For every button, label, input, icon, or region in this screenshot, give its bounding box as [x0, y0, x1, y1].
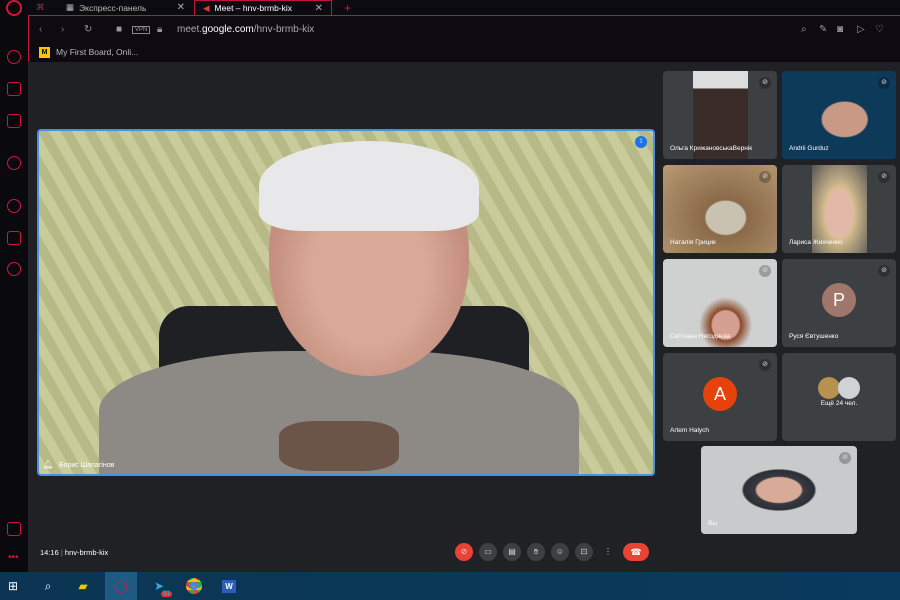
avatar	[818, 377, 840, 399]
call-controls: ⊘ ▭ ▤ ✋︎ ☺ ⊡ ⋮ ☎︎	[455, 543, 649, 561]
opera-taskbar-icon[interactable]: ◯	[105, 572, 137, 600]
speaker-icon: ◀	[203, 2, 210, 13]
meet-window: ⁞⁞ 🔔︎ Борис Шапагінов ⊘ Ольга Крижановсь…	[28, 62, 900, 572]
self-view-tile[interactable]: ⊘ Вы	[701, 446, 857, 534]
chrome-icon[interactable]	[181, 572, 207, 600]
more-participants-tile[interactable]: Ещё 24 чел.	[782, 353, 896, 441]
back-icon[interactable]: ‹	[39, 24, 42, 35]
history-icon[interactable]	[7, 199, 21, 213]
tab-bar: ⌘ ▦ Экспресс-панель ✕ ◀ Meet – hnv-brmb-…	[28, 0, 900, 15]
emoji-button[interactable]: ☺	[551, 543, 569, 561]
camera-icon: ■	[116, 24, 123, 35]
mic-off-icon: ⊘	[759, 359, 771, 371]
participant-tile[interactable]: ⊘ Світлана Негодяєва	[663, 259, 777, 347]
main-speaker-video[interactable]: ⁞⁞ 🔔︎ Борис Шапагінов	[37, 129, 655, 476]
avatar: P	[822, 283, 856, 317]
close-icon[interactable]: ✕	[315, 3, 323, 14]
search-icon[interactable]: ⌕	[35, 572, 61, 600]
present-button[interactable]: ⊡	[575, 543, 593, 561]
close-icon[interactable]: ✕	[177, 2, 185, 13]
mic-off-icon: ⊘	[878, 77, 890, 89]
search-icon[interactable]: ⌕	[801, 24, 807, 35]
gamepad-icon[interactable]: ⌘	[28, 0, 52, 15]
tab-speed-dial[interactable]: ▦ Экспресс-панель ✕	[58, 0, 193, 15]
opera-sidebar: •••	[0, 0, 28, 572]
mic-off-icon: ⊘	[759, 265, 771, 277]
leave-call-button[interactable]: ☎︎	[623, 543, 649, 561]
participant-tile[interactable]: P ⊘ Руся Євтушенко	[782, 259, 896, 347]
messenger-icon[interactable]	[7, 114, 21, 128]
bookmarks-bar: M My First Board, Onli...	[28, 42, 900, 62]
opera-logo-icon[interactable]	[6, 0, 22, 16]
extensions-icon[interactable]	[7, 231, 21, 245]
meeting-code: hnv-brmb-kix	[64, 548, 109, 557]
captions-button[interactable]: ▤	[503, 543, 521, 561]
miro-icon: M	[39, 46, 50, 58]
bookmark-item[interactable]: My First Board, Onli...	[56, 47, 138, 57]
file-explorer-icon[interactable]: ▰	[70, 572, 96, 600]
mic-off-icon: ⊘	[878, 171, 890, 183]
address-bar: ‹ › ↻ ■ VPN 🔒︎ meet.google.com/hnv-brmb-…	[28, 15, 900, 43]
speed-dial-icon[interactable]	[7, 50, 21, 64]
mic-off-icon: ⊘	[839, 452, 851, 464]
camera-button[interactable]: ▭	[479, 543, 497, 561]
avatar	[838, 377, 860, 399]
clock-time: 14:16	[40, 548, 59, 557]
notification-badge: 51	[161, 591, 172, 597]
avatar: A	[703, 377, 737, 411]
windows-taskbar: ⊞ ⌕ ▰ ◯ ➤ 51 W	[0, 572, 900, 600]
participant-tile[interactable]: ⊘ Ольга КрижановськаВернік	[663, 71, 777, 159]
shopping-icon[interactable]	[7, 82, 21, 96]
lock-icon[interactable]: 🔒︎	[157, 24, 162, 35]
player-icon[interactable]	[7, 156, 21, 170]
snapshot-icon[interactable]: ◙	[837, 24, 843, 35]
vpn-badge[interactable]: VPN	[132, 25, 151, 34]
more-icon[interactable]: •••	[8, 552, 19, 563]
reload-icon[interactable]: ↻	[84, 24, 92, 35]
edit-icon[interactable]: ✎	[819, 24, 827, 35]
settings-icon[interactable]	[7, 262, 21, 276]
participant-tile[interactable]: ⊘ Andrii Gurduz	[782, 71, 896, 159]
meeting-info: 14:16 | hnv-brmb-kix	[40, 548, 109, 557]
speaking-indicator-icon: ⁞⁞	[635, 136, 647, 148]
main-speaker-name: Борис Шапагінов	[59, 462, 115, 469]
new-tab-button[interactable]: +	[336, 0, 351, 15]
more-options-button[interactable]: ⋮	[599, 543, 617, 561]
pin-icon: 🔔︎	[43, 460, 54, 469]
mic-off-icon: ⊘	[759, 77, 771, 89]
url-field[interactable]: meet.google.com/hnv-brmb-kix	[177, 24, 314, 35]
windows-start-icon[interactable]: ⊞	[0, 572, 26, 600]
heart-icon[interactable]: ♡	[875, 24, 884, 35]
mic-off-icon: ⊘	[759, 171, 771, 183]
mic-off-icon: ⊘	[878, 265, 890, 277]
snapshot-icon[interactable]	[7, 522, 21, 536]
mic-off-button[interactable]: ⊘	[455, 543, 473, 561]
send-icon[interactable]: ▷	[857, 24, 865, 35]
participant-tile[interactable]: ⊘ Лариса Жихченко	[782, 165, 896, 253]
word-icon[interactable]: W	[216, 572, 242, 600]
participant-tile[interactable]: ⊘ Наталія Грицик	[663, 165, 777, 253]
tab-meet[interactable]: ◀ Meet – hnv-brmb-kix ✕	[194, 0, 332, 15]
forward-icon[interactable]: ›	[61, 24, 64, 35]
participant-tile[interactable]: A ⊘ Artem Halych	[663, 353, 777, 441]
raise-hand-button[interactable]: ✋︎	[527, 543, 545, 561]
grid-icon: ▦	[66, 2, 75, 12]
telegram-icon[interactable]: ➤ 51	[146, 572, 172, 600]
